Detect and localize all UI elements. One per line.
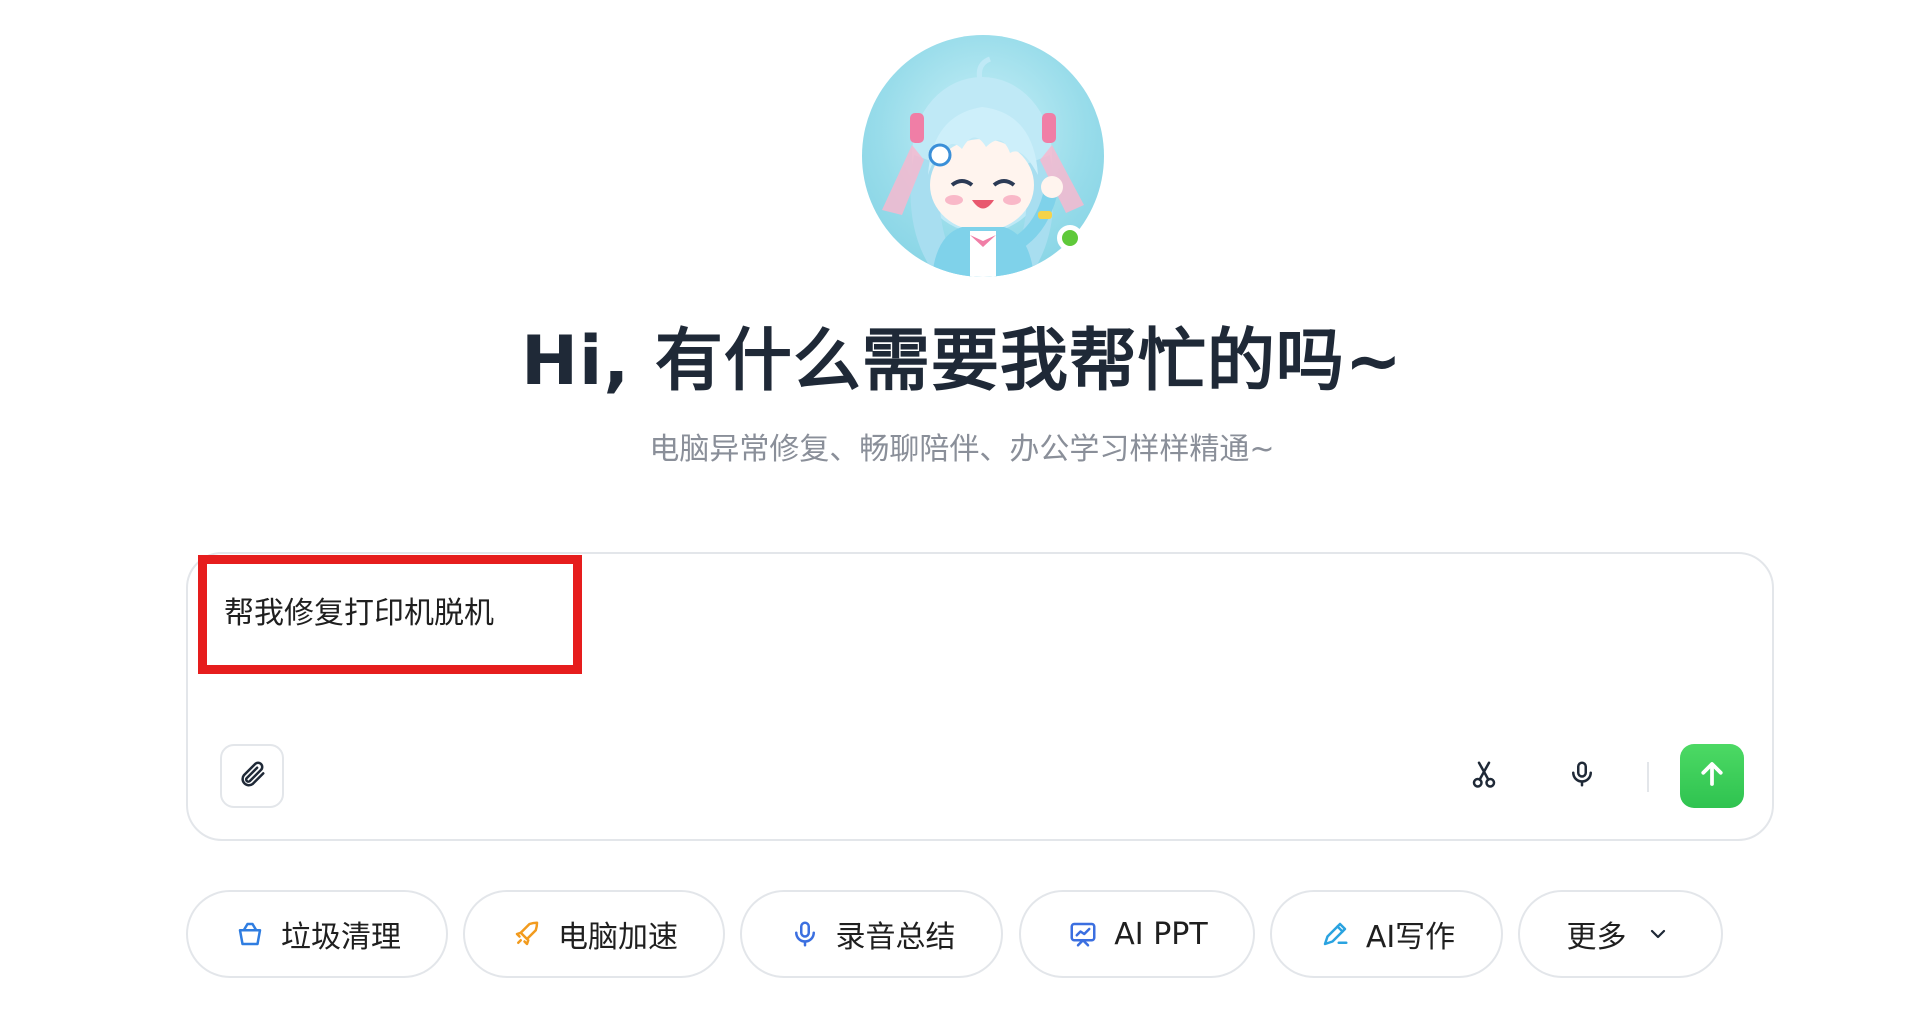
quick-action-label: 电脑加速 [558,920,678,955]
arrow-up-icon [1697,759,1727,793]
quick-action-recording-summary[interactable]: 录音总结 [740,890,1003,978]
attach-button[interactable] [220,744,284,808]
highlight-annotation [198,555,582,674]
voice-input-button[interactable] [1560,754,1604,798]
quick-action-label: AI PPT [1114,916,1208,952]
send-button[interactable] [1680,744,1744,808]
paperclip-icon [237,759,267,793]
quick-action-junk-clean[interactable]: 垃圾清理 [186,890,448,978]
microphone-icon [788,917,822,951]
quick-action-more[interactable]: 更多 [1518,890,1723,978]
quick-action-label: 垃圾清理 [281,920,401,955]
scissors-icon [1469,759,1499,793]
quick-action-label: 录音总结 [835,920,956,955]
quick-action-ai-writing[interactable]: AI写作 [1270,890,1503,978]
microphone-icon [1567,759,1597,793]
trash-basket-icon [233,917,267,951]
assistant-avatar [862,35,1104,277]
assistant-home: Hi, 有什么需要我帮忙的吗~ 电脑异常修复、畅聊陪伴、办公学习样样精通~ 帮我… [0,0,1924,1030]
online-status-dot [1057,225,1083,251]
chevron-down-icon [1641,917,1675,951]
pen-icon [1318,917,1352,951]
quick-action-label: 更多 [1566,920,1627,955]
page-title: Hi, 有什么需要我帮忙的吗~ [521,322,1403,401]
presentation-icon [1066,917,1100,951]
toolbar-divider [1647,762,1649,792]
rocket-icon [510,917,544,951]
screenshot-button[interactable] [1462,754,1506,798]
quick-action-ai-ppt[interactable]: AI PPT [1019,890,1255,978]
page-subtitle: 电脑异常修复、畅聊陪伴、办公学习样样精通~ [649,432,1275,467]
quick-action-pc-boost[interactable]: 电脑加速 [463,890,725,978]
quick-action-label: AI写作 [1365,920,1456,955]
